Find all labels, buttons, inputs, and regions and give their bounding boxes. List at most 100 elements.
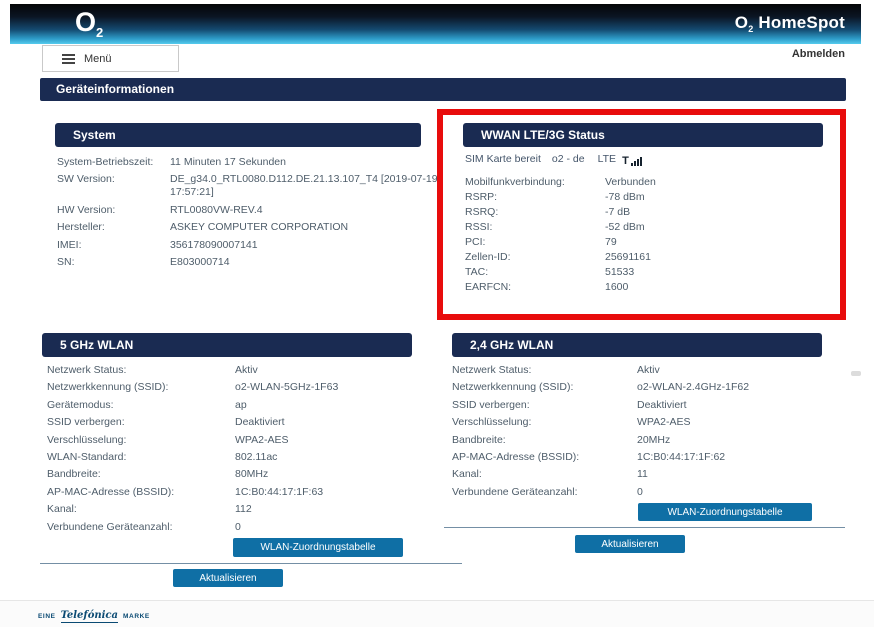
header-bar: O2 O2 HomeSpot: [10, 4, 861, 44]
info-row: SN: E803000714: [57, 256, 447, 269]
info-row: SSID verbergen: Deaktiviert: [452, 399, 832, 412]
row-value: Aktiv: [235, 364, 258, 376]
row-label: RSRP:: [465, 191, 498, 203]
sim-status-text: SIM Karte bereit: [465, 153, 541, 165]
row-label: SSID verbergen:: [452, 398, 530, 411]
info-row: AP-MAC-Adresse (BSSID): 1C:B0:44:17:1F:6…: [47, 486, 427, 499]
info-row: Kanal: 112: [47, 503, 427, 516]
info-row: RSRQ: -7 dB: [465, 205, 827, 220]
section-header-wwan: WWAN LTE/3G Status: [463, 123, 823, 147]
row-value: ASKEY COMPUTER CORPORATION: [170, 221, 349, 234]
row-label: PCI:: [465, 236, 486, 248]
wlan24-mapping-table-button[interactable]: WLAN-Zuordnungstabelle: [638, 503, 812, 521]
row-label: Kanal:: [452, 468, 482, 481]
wlan24-info-list: Netzwerk Status: Aktiv Netzwerkkennung (…: [452, 364, 832, 503]
o2-logo: O2: [75, 7, 104, 40]
row-label: Verbundene Geräteanzahl:: [452, 485, 578, 498]
row-label: HW Version:: [57, 203, 116, 216]
section-header-wlan24: 2,4 GHz WLAN: [452, 333, 822, 357]
info-row: Mobilfunkverbindung: Verbunden: [465, 175, 827, 190]
info-row: RSSI: -52 dBm: [465, 220, 827, 235]
info-row: AP-MAC-Adresse (BSSID): 1C:B0:44:17:1F:6…: [452, 451, 832, 464]
row-label: Netzwerk Status:: [452, 364, 532, 376]
row-value: 356178090007141: [170, 238, 258, 251]
row-value: WPA2-AES: [637, 416, 691, 429]
row-value: 802.11ac: [235, 450, 278, 463]
wwan-info-list: Mobilfunkverbindung: Verbunden RSRP: -78…: [465, 175, 827, 295]
info-row: Netzwerkkennung (SSID): o2-WLAN-5GHz-1F6…: [47, 381, 427, 394]
row-label: EARFCN:: [465, 281, 512, 293]
row-label: IMEI:: [57, 238, 82, 251]
info-row: Netzwerk Status: Aktiv: [452, 364, 832, 377]
info-row: PCI: 79: [465, 235, 827, 250]
row-label: Hersteller:: [57, 221, 105, 234]
row-value: DE_g34.0_RTL0080.D112.DE.21.13.107_T4 [2…: [170, 173, 438, 199]
info-row: Gerätemodus: ap: [47, 399, 427, 412]
row-value: 51533: [605, 266, 635, 278]
footer-pre-text: EINE: [38, 613, 56, 620]
info-row: Verbundene Geräteanzahl: 0: [47, 521, 427, 534]
row-value: -78 dBm: [605, 191, 645, 203]
footer-post-text: MARKE: [123, 613, 150, 620]
row-label: Zellen-ID:: [465, 251, 511, 263]
hamburger-icon: [62, 53, 75, 64]
row-label: SN:: [57, 255, 75, 268]
wlan24-refresh-button[interactable]: Aktualisieren: [575, 535, 685, 553]
section-header-system: System: [55, 123, 421, 147]
wlan5-info-list: Netzwerk Status: Aktiv Netzwerkkennung (…: [47, 364, 427, 538]
wlan5-refresh-button[interactable]: Aktualisieren: [173, 569, 283, 587]
row-label: Verbundene Geräteanzahl:: [47, 520, 173, 533]
row-label: RSSI:: [465, 221, 493, 233]
divider: [40, 563, 462, 564]
info-row: Netzwerkkennung (SSID): o2-WLAN-2.4GHz-1…: [452, 381, 832, 394]
row-value: WPA2-AES: [235, 433, 289, 446]
row-label: Gerätemodus:: [47, 398, 114, 411]
info-row: Kanal: 11: [452, 468, 832, 481]
scrollbar-thumb[interactable]: [851, 371, 861, 376]
info-row: Verschlüsselung: WPA2-AES: [47, 434, 427, 447]
row-value: 20MHz: [637, 433, 671, 446]
row-label: SW Version:: [57, 173, 115, 186]
info-row: System-Betriebszeit: 11 Minuten 17 Sekun…: [57, 156, 447, 169]
row-value: o2-WLAN-5GHz-1F63: [235, 381, 339, 394]
info-row: Verbundene Geräteanzahl: 0: [452, 486, 832, 499]
info-row: SSID verbergen: Deaktiviert: [47, 416, 427, 429]
info-row: Netzwerk Status: Aktiv: [47, 364, 427, 377]
info-row: Bandbreite: 80MHz: [47, 468, 427, 481]
row-value: Deaktiviert: [637, 398, 687, 411]
system-info-list: System-Betriebszeit: 11 Minuten 17 Sekun…: [57, 156, 447, 273]
row-value: 11: [637, 468, 648, 481]
row-label: Mobilfunkverbindung:: [465, 176, 565, 188]
info-row: EARFCN: 1600: [465, 280, 827, 295]
menu-button[interactable]: Menü: [42, 45, 179, 72]
footer: EINE Telefónica MARKE: [0, 600, 874, 627]
sim-status-line: SIM Karte bereit o2 - de LTE T: [465, 153, 827, 167]
info-row: RSRP: -78 dBm: [465, 190, 827, 205]
info-row: Bandbreite: 20MHz: [452, 434, 832, 447]
row-label: RSRQ:: [465, 206, 499, 218]
info-row: Zellen-ID: 25691161: [465, 250, 827, 265]
row-label: Bandbreite:: [452, 433, 506, 446]
wlan5-mapping-table-button[interactable]: WLAN-Zuordnungstabelle: [233, 538, 403, 557]
menu-button-label: Menü: [84, 52, 112, 65]
page-title: Geräteinformationen: [40, 78, 846, 101]
info-row: Verschlüsselung: WPA2-AES: [452, 416, 832, 429]
info-row: Hersteller: ASKEY COMPUTER CORPORATION: [57, 221, 447, 234]
row-value: 25691161: [605, 251, 651, 263]
info-row: SW Version: DE_g34.0_RTL0080.D112.DE.21.…: [57, 173, 447, 199]
info-row: TAC: 51533: [465, 265, 827, 280]
section-header-wlan5: 5 GHz WLAN: [42, 333, 412, 357]
info-row: HW Version: RTL0080VW-REV.4: [57, 204, 447, 217]
brand-title: O2 HomeSpot: [734, 13, 845, 34]
row-label: Netzwerkkennung (SSID):: [452, 381, 574, 394]
row-label: Verschlüsselung:: [452, 416, 532, 429]
row-value: 1600: [605, 281, 629, 293]
row-value: -7 dB: [605, 206, 631, 218]
row-value: 1C:B0:44:17:1F:62: [637, 450, 726, 463]
logout-link[interactable]: Abmelden: [792, 48, 845, 60]
row-label: Netzwerkkennung (SSID):: [47, 381, 169, 394]
row-label: TAC:: [465, 266, 489, 278]
row-label: Verschlüsselung:: [47, 433, 127, 446]
row-label: System-Betriebszeit:: [57, 156, 154, 168]
row-value: ap: [235, 398, 247, 411]
